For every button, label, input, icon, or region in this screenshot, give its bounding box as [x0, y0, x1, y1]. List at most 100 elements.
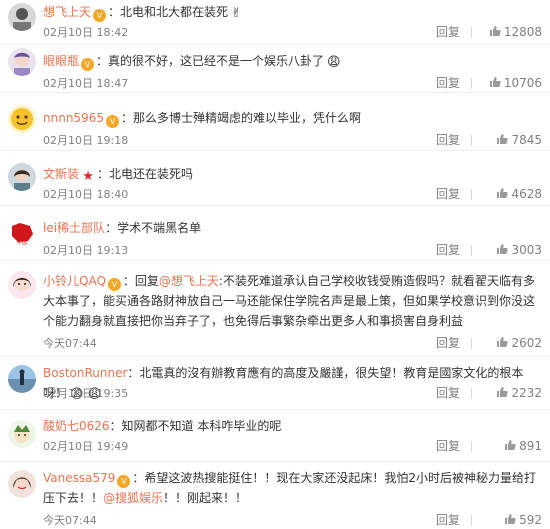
vip-badge-icon: V	[117, 475, 131, 488]
like-count: 2232	[511, 386, 542, 400]
divider	[471, 27, 472, 38]
comment-meta: 02月10日 18:40 回复 4628	[43, 186, 542, 202]
comment-time: 02月10日 19:18	[43, 134, 129, 147]
username-link[interactable]: BostonRunner	[43, 366, 127, 380]
like-button[interactable]: 2602	[496, 335, 542, 351]
comment-item: 眼眼瓶 V ：真的很不好，这已经不是一个娱乐八卦了 😩 02月10日 18:47 回复…	[0, 45, 550, 93]
comment-time: 今天07:44	[43, 514, 97, 527]
comment-text: 想飞上天 V ：北电和北大都在装死 ✌	[43, 2, 542, 22]
vip-badge-icon: V	[81, 58, 95, 71]
mention-link[interactable]: @想飞上天	[159, 274, 219, 288]
username-link[interactable]: nnnn5965	[43, 111, 104, 125]
thumbs-up-icon	[497, 337, 509, 347]
comment-text: lei稀土部队：学术不端黑名单	[43, 218, 542, 238]
username-link[interactable]: 酸奶七0626	[43, 419, 110, 433]
reply-button[interactable]: 回复	[436, 335, 460, 351]
reply-button[interactable]: 回复	[436, 186, 460, 202]
comment-content-prefix: ：回复	[122, 274, 159, 288]
avatar[interactable]	[8, 420, 36, 448]
divider	[471, 515, 472, 526]
comment-item: nnnn5965 V ：那么多博士殚精竭虑的难以毕业，凭什么啊 02月10日 19:…	[0, 93, 550, 151]
comment-item: 中国 lei稀土部队：学术不端黑名单 02月10日 19:13 回复 3003	[0, 206, 550, 261]
like-button[interactable]: 7845	[496, 132, 542, 148]
like-count: 10706	[503, 76, 542, 90]
comment-meta: 02月10日 19:49 回复 891	[43, 438, 542, 454]
avatar[interactable]	[8, 105, 36, 133]
reply-button[interactable]: 回复	[436, 385, 460, 401]
mention-link[interactable]: @搜狐娱乐	[103, 491, 163, 505]
divider	[471, 245, 472, 256]
thumbs-up-icon	[489, 26, 501, 36]
thumbs-up-icon	[497, 188, 509, 198]
like-button[interactable]: 10706	[489, 75, 542, 91]
comment-meta: 02月10日 19:35 回复 2232	[43, 385, 542, 401]
thumbs-up-icon	[497, 387, 509, 397]
divider	[471, 135, 472, 146]
like-button[interactable]: 12808	[489, 24, 542, 40]
avatar[interactable]	[8, 48, 36, 76]
like-button[interactable]: 4628	[496, 186, 542, 202]
comment-meta: 02月10日 18:47 回复 10706	[43, 75, 542, 91]
comment-time: 02月10日 18:40	[43, 188, 129, 201]
like-count: 2602	[511, 336, 542, 350]
comment-text: Vanessa579 V ：希望这波热搜能挺住！！现在大家还没起床！我怕2小时后被神…	[43, 468, 542, 508]
comment-text: 酸奶七0626：知网都不知道 本科咋毕业的呢	[43, 416, 542, 436]
comment-content: ：真的很不好，这已经不是一个娱乐八卦了	[96, 54, 325, 68]
thumbs-up-icon	[497, 244, 509, 254]
avatar[interactable]	[8, 271, 36, 299]
comment-text: 眼眼瓶 V ：真的很不好，这已经不是一个娱乐八卦了 😩	[43, 51, 542, 71]
reply-button[interactable]: 回复	[436, 512, 460, 528]
avatar[interactable]	[8, 3, 36, 31]
avatar[interactable]: 中国	[8, 218, 36, 246]
star-badge-icon: ★	[82, 169, 94, 184]
username-link[interactable]: 小铃儿QAQ	[43, 274, 106, 288]
vip-badge-icon: V	[107, 278, 121, 291]
comment-content: ：那么多博士殚精竭虑的难以毕业，凭什么啊	[120, 111, 361, 125]
comment-meta: 02月10日 18:42 回复 12808	[43, 24, 542, 40]
svg-text:中国: 中国	[17, 239, 27, 246]
comment-item: BostonRunner：北電真的沒有辦教育應有的高度及嚴謹，很失望！教育是國家…	[0, 357, 550, 410]
like-button[interactable]: 891	[504, 438, 542, 454]
comment-item: 小铃儿QAQ V ：回复@想飞上天:不装死难道承认自己学校收钱受贿造假吗？就看翟天临…	[0, 261, 550, 357]
reply-button[interactable]: 回复	[436, 24, 460, 40]
comment-item: 酸奶七0626：知网都不知道 本科咋毕业的呢 02月10日 19:49 回复 8…	[0, 410, 550, 462]
username-link[interactable]: Vanessa579	[43, 471, 115, 485]
comment-time: 02月10日 19:13	[43, 244, 129, 257]
username-link[interactable]: 文斯装	[43, 167, 79, 181]
comment-text: nnnn5965 V ：那么多博士殚精竭虑的难以毕业，凭什么啊	[43, 108, 542, 128]
reply-button[interactable]: 回复	[436, 242, 460, 258]
comment-content: ：北电和北大都在装死	[108, 5, 229, 19]
username-link[interactable]: lei稀土部队	[43, 221, 105, 235]
victory-emoji-icon: ✌	[231, 6, 242, 21]
comment-time: 02月10日 18:42	[43, 26, 129, 39]
comment-content: ：学术不端黑名单	[105, 221, 202, 235]
like-count: 12808	[503, 25, 542, 39]
reply-button[interactable]: 回复	[436, 75, 460, 91]
like-button[interactable]: 592	[504, 512, 542, 528]
comment-time: 今天07:44	[43, 337, 97, 350]
like-button[interactable]: 2232	[496, 385, 542, 401]
comment-content-suffix: ！！刚起来！！	[163, 491, 248, 505]
comment-meta: 02月10日 19:13 回复 3003	[43, 242, 542, 258]
avatar[interactable]	[8, 365, 36, 393]
divider	[471, 189, 472, 200]
comment-meta: 02月10日 19:18 回复 7845	[43, 132, 542, 148]
thumbs-up-icon	[505, 514, 516, 524]
divider	[471, 388, 472, 399]
like-count: 891	[519, 439, 542, 453]
username-link[interactable]: 想飞上天	[43, 5, 91, 19]
username-link[interactable]: 眼眼瓶	[43, 54, 79, 68]
comment-item: Vanessa579 V ：希望这波热搜能挺住！！现在大家还没起床！我怕2小时后被神…	[0, 462, 550, 528]
like-count: 592	[519, 513, 542, 527]
like-count: 7845	[511, 133, 542, 147]
like-button[interactable]: 3003	[496, 242, 542, 258]
reply-button[interactable]: 回复	[436, 438, 460, 454]
comment-content: ：北电还在装死吗	[97, 167, 194, 181]
divider	[471, 441, 472, 452]
thumbs-up-icon	[489, 77, 501, 87]
like-count: 4628	[511, 187, 542, 201]
avatar[interactable]	[8, 470, 36, 498]
comment-time: 02月10日 19:49	[43, 440, 129, 453]
avatar[interactable]	[8, 163, 36, 191]
reply-button[interactable]: 回复	[436, 132, 460, 148]
